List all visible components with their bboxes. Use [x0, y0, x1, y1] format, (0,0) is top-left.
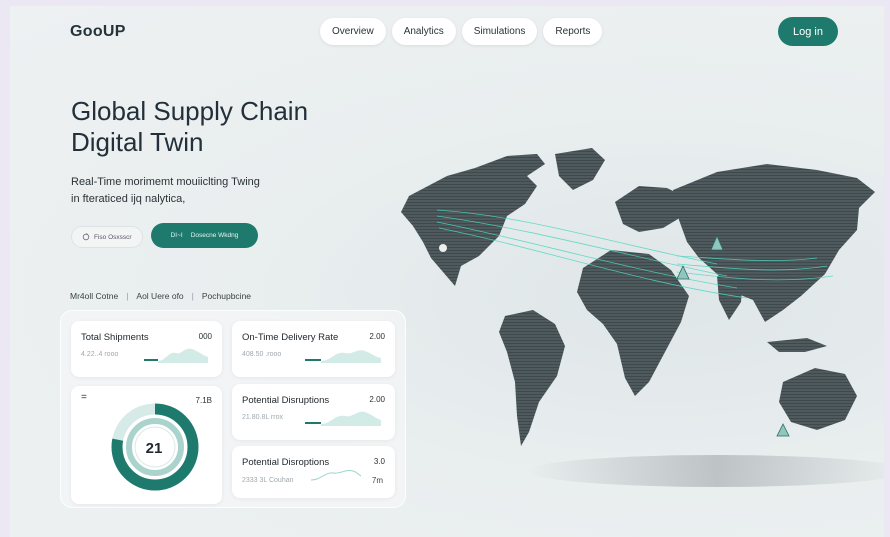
continent-africa: [577, 250, 689, 396]
login-button[interactable]: Log in: [778, 17, 838, 46]
card-donut[interactable]: = 7.1B 21: [71, 386, 222, 504]
card-title: Potential Disruptions: [242, 395, 330, 406]
metric-tabs: Mr4oll Cotne | Aol Uere ofo | Pochupbcin…: [70, 291, 251, 301]
top-nav: Overview Analytics Simulations Reports: [320, 18, 603, 45]
continent-greenland: [555, 148, 605, 190]
refresh-icon: [82, 233, 90, 241]
equals-icon[interactable]: =: [81, 392, 87, 403]
continent-south-america: [499, 310, 565, 446]
card-value: 3.0: [373, 457, 385, 466]
sparkline: [305, 350, 381, 363]
card-badge: 7m: [371, 476, 383, 485]
card-on-time-delivery[interactable]: On-Time Delivery Rate 2.00 408.50 .rooo: [232, 321, 395, 377]
continent-australia: [779, 368, 857, 430]
card-potential-disruptions[interactable]: Potential Disruptions 2.00 21.80.8L rrox: [232, 384, 395, 440]
page-canvas: GooUP Overview Analytics Simulations Rep…: [10, 6, 884, 537]
page-title: Global Supply Chain Digital Twin: [71, 96, 361, 158]
card-title: On-Time Delivery Rate: [242, 332, 339, 343]
hero-subtitle: Real-Time morimemt mouiiclting Twing in …: [71, 174, 301, 208]
subtitle-line-1: Real-Time morimemt mouiiclting Twing: [71, 176, 260, 188]
continent-asia: [673, 164, 875, 322]
brand-logo[interactable]: GooUP: [70, 23, 126, 41]
sparkline: [311, 470, 361, 481]
metrics-panel: Total Shipments 000 4.22..4 rooo On-Time…: [60, 310, 406, 508]
secondary-button-label: Fiso Osxsscr: [94, 233, 132, 241]
nav-simulations[interactable]: Simulations: [461, 18, 538, 45]
map-shadow: [527, 455, 884, 487]
donut-center-value: 21: [145, 440, 163, 457]
card-subvalue: 2333 3L Couhan: [242, 477, 294, 484]
primary-button-right: Dosecne Wkdng: [190, 232, 239, 239]
title-line-1: Global Supply Chain: [71, 96, 309, 126]
card-potential-disroptions[interactable]: Potential Disroptions 3.0 2333 3L Couhan…: [232, 446, 395, 498]
nav-analytics[interactable]: Analytics: [391, 18, 456, 45]
world-map: [401, 148, 884, 487]
card-subvalue: 21.80.8L rrox: [242, 414, 283, 421]
sparkline: [305, 411, 381, 426]
continent-india: [717, 276, 743, 320]
tab-separator: |: [191, 291, 194, 301]
tab-separator: |: [126, 291, 129, 301]
tab-2[interactable]: Aol Uere ofo: [136, 291, 183, 301]
primary-button-left: DI~I: [170, 232, 183, 239]
nav-overview[interactable]: Overview: [320, 18, 386, 45]
nav-reports[interactable]: Reports: [543, 18, 603, 45]
continent-north-america: [401, 154, 545, 286]
card-value: 2.00: [369, 395, 385, 404]
title-line-2: Digital Twin: [71, 127, 204, 157]
card-subvalue: 4.22..4 rooo: [81, 351, 119, 358]
card-value: 000: [198, 332, 212, 341]
subtitle-line-2: in fteraticed ijq nalytica,: [71, 193, 186, 205]
primary-button[interactable]: DI~I Dosecne Wkdng: [151, 223, 258, 248]
tab-1[interactable]: Mr4oll Cotne: [70, 291, 118, 301]
tab-3[interactable]: Pochupbcine: [202, 291, 251, 301]
continent-islands: [767, 338, 827, 352]
secondary-button[interactable]: Fiso Osxsscr: [71, 226, 143, 248]
sparkline: [144, 348, 208, 363]
card-title: Total Shipments: [81, 332, 149, 343]
location-glow: [439, 244, 447, 252]
card-total-shipments[interactable]: Total Shipments 000 4.22..4 rooo: [71, 321, 222, 377]
card-subvalue: 408.50 .rooo: [242, 351, 282, 358]
card-value: 2.00: [369, 332, 385, 341]
